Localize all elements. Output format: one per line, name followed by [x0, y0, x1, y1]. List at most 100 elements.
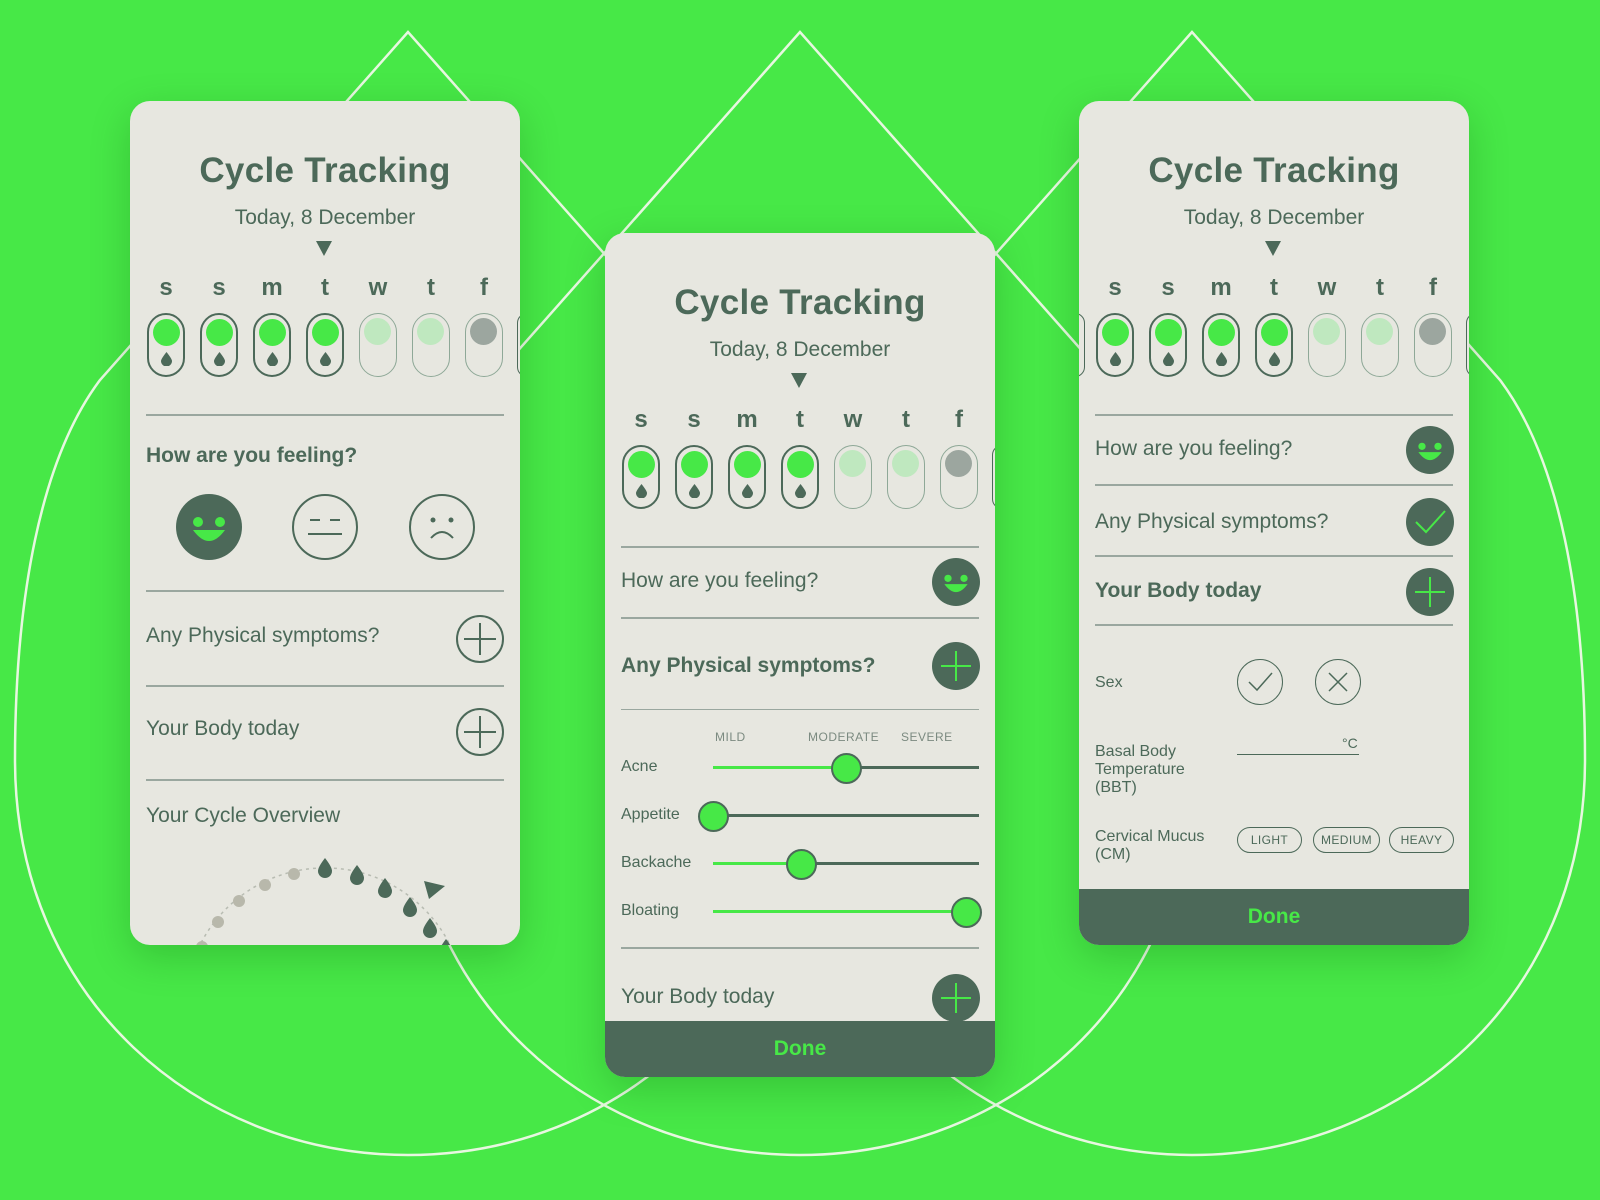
body-today-label: Your Body today: [1095, 579, 1262, 602]
day-label: t: [321, 274, 329, 301]
day-dot: [1155, 319, 1182, 346]
cm-medium-chip[interactable]: MEDIUM: [1313, 827, 1380, 853]
slider-thumb[interactable]: [831, 753, 862, 784]
day-column[interactable]: w: [358, 274, 398, 377]
day-label: w: [843, 406, 863, 433]
cm-heavy-chip[interactable]: HEAVY: [1389, 827, 1454, 853]
add-symptoms-button[interactable]: [456, 615, 504, 663]
feeling-summary-button[interactable]: [1406, 426, 1454, 474]
slider-thumb[interactable]: [951, 897, 982, 928]
day-pill[interactable]: [887, 445, 925, 509]
day-pill[interactable]: [675, 445, 713, 509]
day-column[interactable]: t: [1254, 274, 1294, 377]
day-label: m: [736, 406, 758, 433]
day-pill[interactable]: [412, 313, 450, 377]
divider: [1095, 555, 1453, 557]
day-column[interactable]: m: [252, 274, 292, 377]
cross-icon: [1328, 672, 1348, 692]
day-column[interactable]: f: [1413, 274, 1453, 377]
cycle-tracking-screen-1: Cycle Tracking Today, 8 December s s m t w t f…: [130, 101, 520, 945]
day-column[interactable]: w: [833, 406, 873, 509]
backache-slider[interactable]: [713, 849, 979, 880]
today-marker-icon: [791, 373, 807, 388]
day-pill[interactable]: [781, 445, 819, 509]
day-dot: [206, 319, 233, 346]
next-day-pill[interactable]: [1466, 313, 1469, 377]
body-today-label: Your Body today: [146, 717, 300, 740]
cm-label: Cervical Mucus (CM): [1095, 828, 1205, 863]
mood-sad-button[interactable]: [409, 494, 475, 560]
slider-thumb[interactable]: [786, 849, 817, 880]
day-column[interactable]: s: [674, 406, 714, 509]
add-body-button[interactable]: [1406, 568, 1454, 616]
bbt-input[interactable]: [1237, 754, 1359, 755]
day-column[interactable]: t: [1360, 274, 1400, 377]
day-label: m: [261, 274, 283, 301]
day-column[interactable]: s: [199, 274, 239, 377]
day-pill[interactable]: [1202, 313, 1240, 377]
plus-icon: [464, 623, 496, 655]
day-column[interactable]: s: [621, 406, 661, 509]
bloating-slider[interactable]: [713, 897, 982, 928]
mood-happy-button[interactable]: [176, 494, 242, 560]
drop-icon: [1216, 352, 1227, 366]
day-label: s: [687, 406, 701, 433]
day-column[interactable]: t: [886, 406, 926, 509]
day-column[interactable]: s: [1095, 274, 1135, 377]
day-dot: [892, 450, 919, 477]
day-pill[interactable]: [1255, 313, 1293, 377]
day-pill[interactable]: [622, 445, 660, 509]
day-pill[interactable]: [359, 313, 397, 377]
symptoms-question: Any Physical symptoms?: [1095, 510, 1329, 533]
scale-label-mild: MILD: [715, 730, 746, 744]
day-pill[interactable]: [200, 313, 238, 377]
day-column[interactable]: m: [1201, 274, 1241, 377]
divider: [621, 546, 979, 548]
day-pill[interactable]: [1361, 313, 1399, 377]
sad-face-icon: [430, 517, 454, 539]
add-body-button[interactable]: [456, 708, 504, 756]
day-column[interactable]: t: [780, 406, 820, 509]
day-column[interactable]: t: [305, 274, 345, 377]
day-pill[interactable]: [1308, 313, 1346, 377]
day-pill[interactable]: [728, 445, 766, 509]
day-pill[interactable]: [1414, 313, 1452, 377]
mood-neutral-button[interactable]: [292, 494, 358, 560]
acne-slider[interactable]: [713, 753, 979, 784]
next-day-pill[interactable]: [992, 445, 995, 509]
day-pill[interactable]: [147, 313, 185, 377]
done-button[interactable]: Done: [605, 1021, 995, 1077]
day-label: t: [796, 406, 804, 433]
appetite-slider[interactable]: [698, 801, 979, 832]
day-column[interactable]: w: [1307, 274, 1347, 377]
day-pill[interactable]: [253, 313, 291, 377]
day-pill[interactable]: [1096, 313, 1134, 377]
day-column[interactable]: t: [411, 274, 451, 377]
cm-light-chip[interactable]: LIGHT: [1237, 827, 1302, 853]
day-column[interactable]: s: [1148, 274, 1188, 377]
sex-yes-toggle[interactable]: [1237, 659, 1283, 705]
bbt-unit: °C: [1342, 735, 1358, 751]
day-column[interactable]: f: [939, 406, 979, 509]
add-symptoms-button[interactable]: [932, 642, 980, 690]
day-pill[interactable]: [306, 313, 344, 377]
add-body-button[interactable]: [932, 974, 980, 1022]
day-column[interactable]: s: [146, 274, 186, 377]
page-title: Cycle Tracking: [199, 151, 451, 190]
previous-day-pill[interactable]: [1079, 313, 1085, 377]
next-day-pill[interactable]: [517, 313, 520, 377]
day-pill[interactable]: [834, 445, 872, 509]
sex-no-toggle[interactable]: [1315, 659, 1361, 705]
divider: [1095, 484, 1453, 486]
day-column[interactable]: f: [464, 274, 504, 377]
slider-thumb[interactable]: [698, 801, 729, 832]
done-button[interactable]: Done: [1079, 889, 1469, 945]
symptoms-done-button[interactable]: [1406, 498, 1454, 546]
day-pill[interactable]: [1149, 313, 1187, 377]
day-dot: [312, 319, 339, 346]
day-pill[interactable]: [940, 445, 978, 509]
day-pill[interactable]: [465, 313, 503, 377]
day-column[interactable]: m: [727, 406, 767, 509]
day-dot: [1102, 319, 1129, 346]
feeling-summary-button[interactable]: [932, 558, 980, 606]
